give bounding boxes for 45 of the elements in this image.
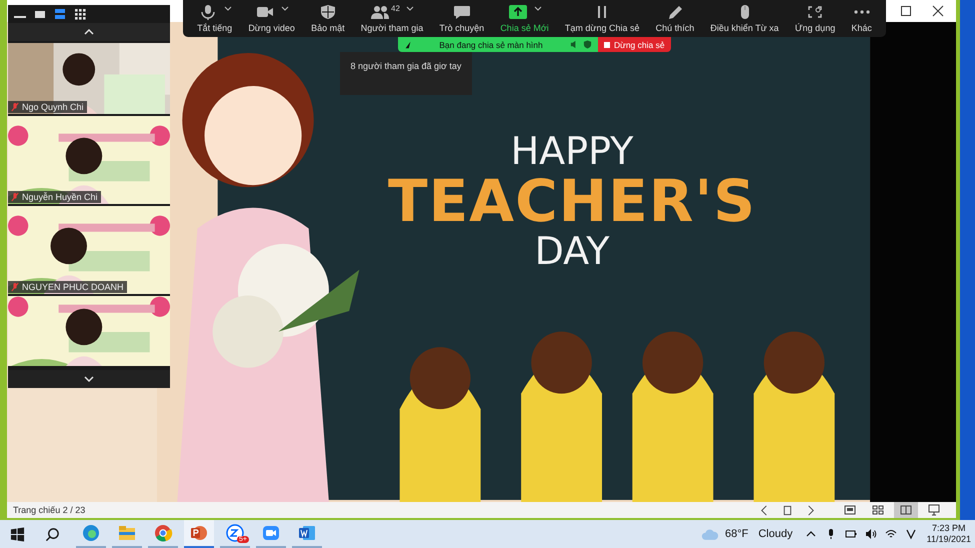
folder-icon	[117, 523, 137, 543]
chat-bubble-icon	[452, 4, 472, 20]
grid-view-icon	[74, 8, 86, 20]
powerpoint-icon	[189, 523, 209, 543]
keyboard-language-icon[interactable]	[904, 528, 917, 540]
view-button[interactable]	[894, 502, 918, 518]
search-icon[interactable]	[45, 526, 60, 542]
participant-name: Ngo Quynh Chi	[22, 102, 84, 112]
battery-icon[interactable]	[844, 528, 857, 540]
slideshow-icon	[928, 504, 940, 516]
caret-icon[interactable]	[224, 6, 232, 11]
slide-sorter-icon	[872, 504, 884, 516]
people-icon	[370, 4, 390, 20]
chrome-icon	[153, 523, 173, 543]
view-mode-button[interactable]	[54, 8, 66, 20]
clock-time[interactable]: 7:23 PM	[932, 523, 966, 534]
caret-icon[interactable]	[534, 6, 542, 11]
chevron-up-icon	[83, 28, 95, 36]
taskbar-app-button[interactable]	[184, 520, 214, 548]
normal-view-icon	[844, 504, 856, 516]
weather-condition: Cloudy	[758, 528, 793, 540]
chevron-down-icon	[83, 375, 95, 383]
clock-date[interactable]: 11/19/2021	[926, 534, 971, 545]
video-camera-icon	[254, 4, 275, 20]
caret-icon[interactable]	[406, 6, 414, 11]
wifi-icon[interactable]	[884, 528, 897, 540]
maximize-icon[interactable]	[900, 5, 912, 17]
cloud-icon	[701, 528, 719, 540]
strip-view-icon	[54, 8, 66, 20]
view-mode-button[interactable]	[34, 8, 46, 20]
notes-icon[interactable]	[782, 504, 793, 516]
caret-icon[interactable]	[280, 6, 289, 11]
slide-counter: Trang chiếu 2 / 23	[13, 505, 86, 515]
windows-start-icon[interactable]	[10, 526, 25, 542]
participant-name: NGUYEN PHUC DOANH	[22, 282, 124, 292]
video-camera-icon	[261, 523, 281, 543]
single-view-icon	[34, 8, 46, 20]
reading-view-icon	[900, 504, 912, 516]
weather-temperature: 68°F	[725, 528, 748, 540]
minimize-icon	[14, 16, 26, 18]
speaker-icon[interactable]	[864, 528, 877, 540]
word-icon	[297, 523, 317, 543]
participant-name: Nguyễn Huyền Chi	[22, 192, 98, 202]
close-icon[interactable]	[932, 5, 944, 17]
view-mode-button[interactable]	[74, 8, 86, 20]
